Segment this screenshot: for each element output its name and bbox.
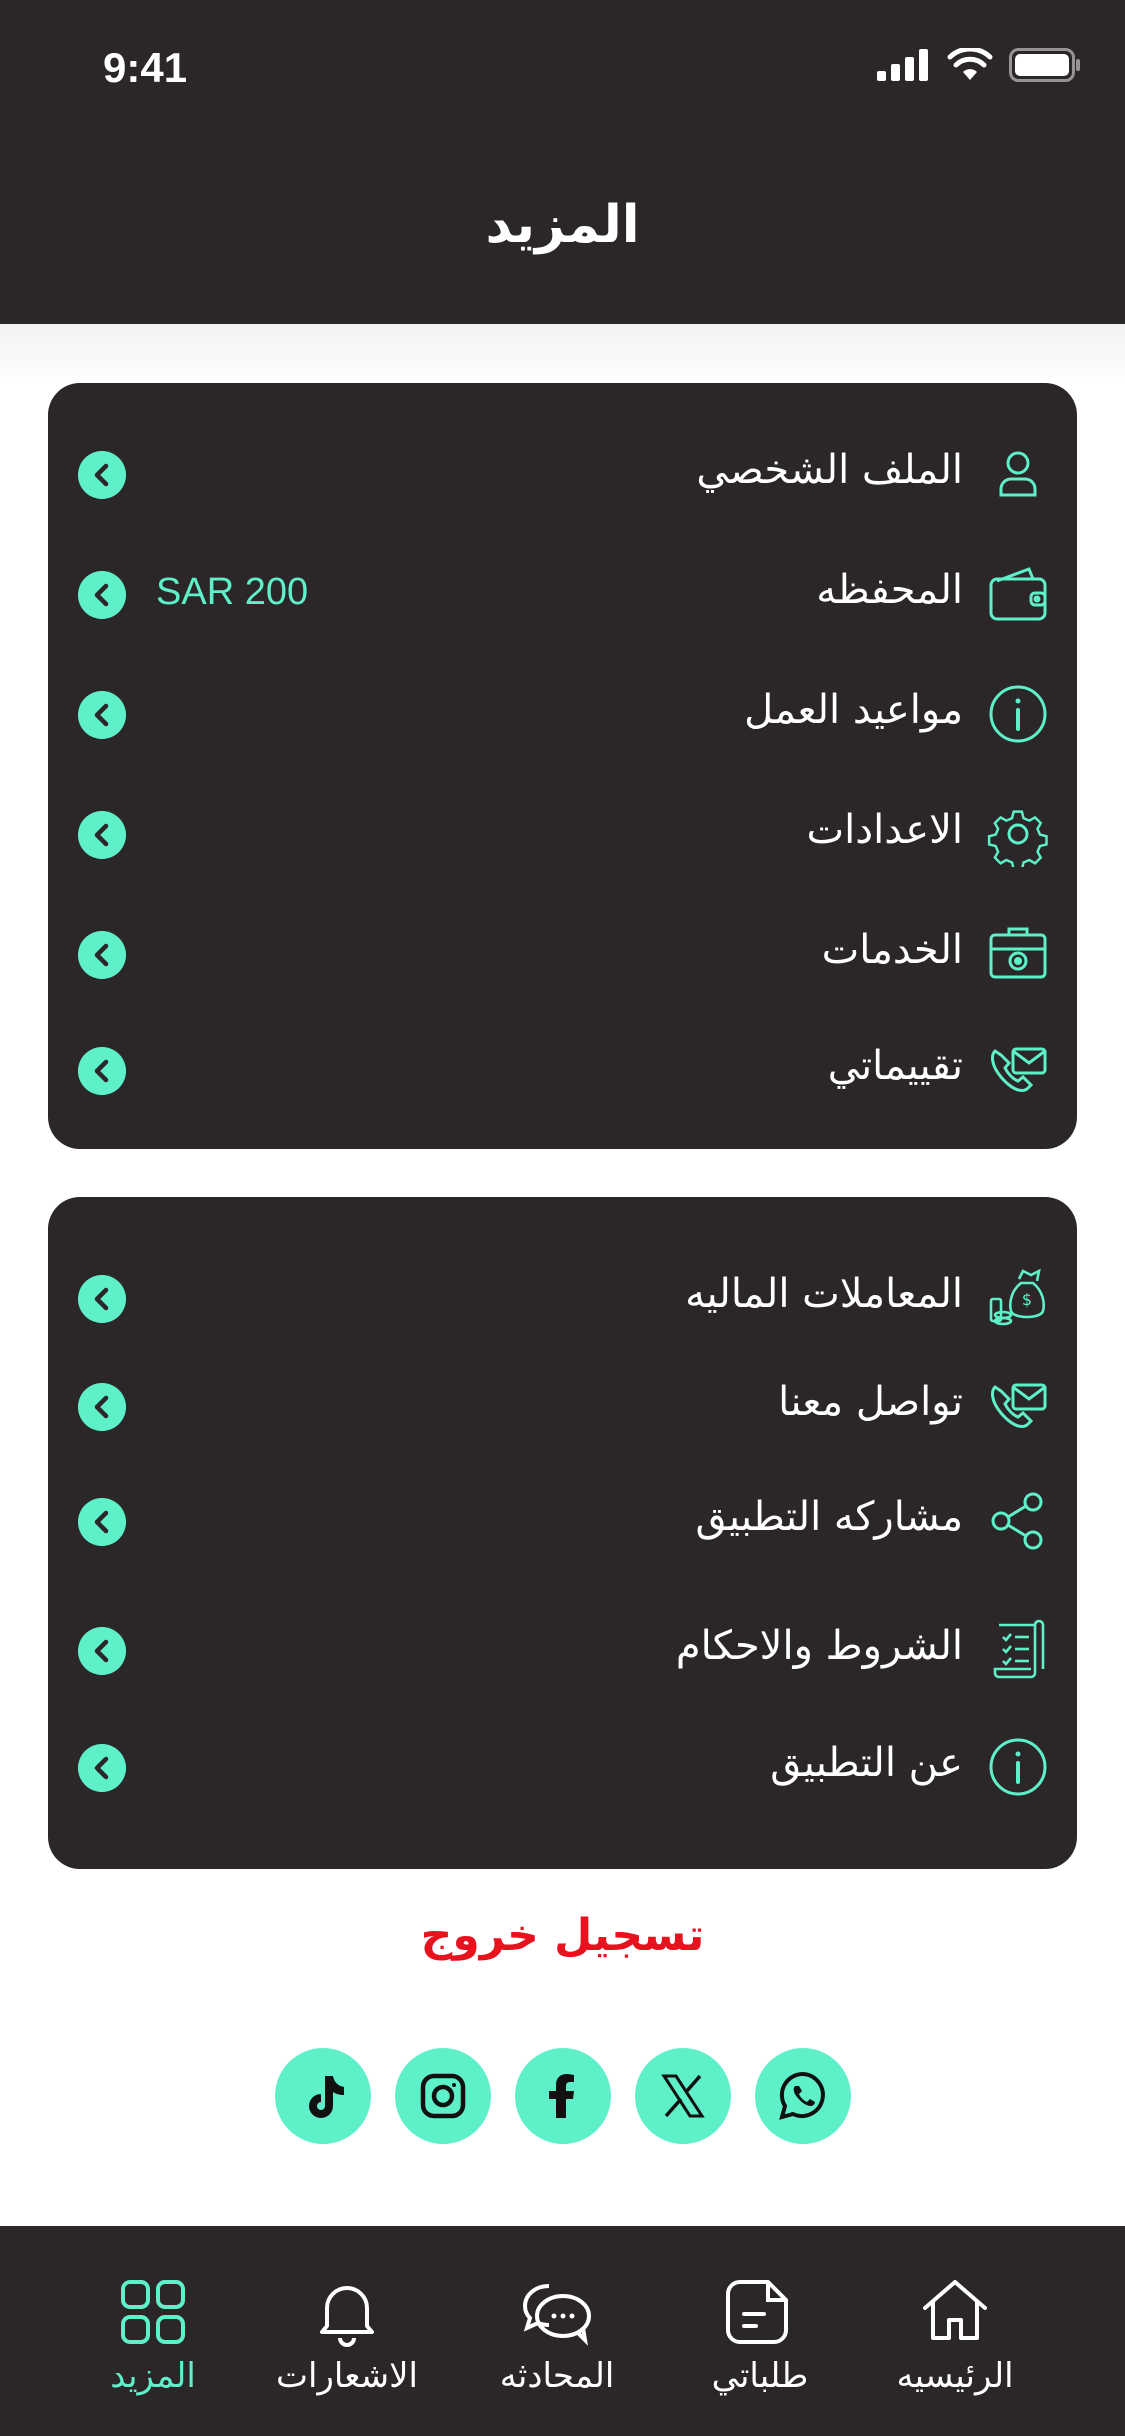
menu-item-label: تقييماتي <box>827 1043 963 1089</box>
whatsapp-link[interactable] <box>755 2048 851 2144</box>
tab-home[interactable]: الرئيسيه <box>860 2274 1050 2404</box>
instagram-link[interactable] <box>395 2048 491 2144</box>
gear-icon <box>987 810 1048 867</box>
x-icon <box>661 2074 705 2118</box>
tab-label: المحادثه <box>499 2356 615 2396</box>
wallet-balance: SAR 200 <box>156 571 309 613</box>
menu-item-label: الاعدادات <box>806 807 963 853</box>
chevron-left-icon <box>78 1627 126 1675</box>
menu-item-label: المحفظه <box>816 567 963 613</box>
tab-my-orders[interactable]: طلباتي <box>665 2274 855 2404</box>
money-bag-icon: $ <box>989 1268 1045 1326</box>
app-header: المزيد <box>0 140 1125 324</box>
chevron-left-icon <box>78 931 126 979</box>
bell-icon <box>320 2286 374 2347</box>
header-shadow <box>0 324 1125 384</box>
battery-icon <box>1009 48 1080 82</box>
bottom-tab-bar: المزيد الاشعارات المحادثه طلباتي الرئيسي… <box>0 2226 1125 2436</box>
home-icon <box>923 2280 987 2340</box>
menu-item-ratings[interactable]: تقييماتي <box>48 1025 1077 1115</box>
chevron-left-icon <box>78 1275 126 1323</box>
wallet-icon <box>989 567 1047 621</box>
tab-label: طلباتي <box>711 2356 809 2396</box>
chevron-left-icon <box>78 691 126 739</box>
menu-item-terms[interactable]: الشروط والاحكام <box>48 1605 1077 1695</box>
social-links <box>275 2048 851 2144</box>
menu-item-label: عن التطبيق <box>770 1740 963 1786</box>
info-icon <box>989 685 1047 743</box>
menu-item-settings[interactable]: الاعدادات <box>48 789 1077 879</box>
phone-mail-icon <box>991 1047 1047 1092</box>
info-icon <box>989 1738 1047 1796</box>
tab-notifications[interactable]: الاشعارات <box>252 2274 442 2404</box>
whatsapp-icon <box>779 2071 825 2120</box>
tab-label: الاشعارات <box>276 2356 418 2396</box>
tiktok-link[interactable] <box>275 2048 371 2144</box>
chevron-left-icon <box>78 811 126 859</box>
chevron-left-icon <box>78 1383 126 1431</box>
menu-item-label: مواعيد العمل <box>744 687 963 733</box>
menu-item-label: مشاركه التطبيق <box>695 1494 964 1540</box>
menu-item-label: الشروط والاحكام <box>675 1623 963 1669</box>
signal-icon <box>877 49 928 81</box>
menu-item-working-hours[interactable]: مواعيد العمل <box>48 669 1077 759</box>
share-icon <box>991 1492 1043 1550</box>
grid-icon <box>121 2280 185 2344</box>
facebook-icon <box>549 2074 574 2118</box>
wifi-icon <box>947 48 993 80</box>
menu-item-label: المعاملات الماليه <box>685 1271 963 1317</box>
tab-label: المزيد <box>110 2356 196 2396</box>
svg-text:$: $ <box>1022 1290 1032 1309</box>
toolbox-icon <box>989 927 1047 979</box>
document-icon <box>726 2280 788 2344</box>
menu-item-label: الملف الشخصي <box>696 447 963 493</box>
menu-item-contact-us[interactable]: تواصل معنا <box>48 1361 1077 1451</box>
instagram-icon <box>420 2073 466 2119</box>
phone-mail-icon <box>991 1383 1047 1428</box>
facebook-link[interactable] <box>515 2048 611 2144</box>
tab-more[interactable]: المزيد <box>58 2274 248 2404</box>
menu-item-label: تواصل معنا <box>778 1379 963 1425</box>
checklist-icon <box>993 1619 1045 1679</box>
general-menu-card: $ المعاملات الماليه تواصل معنا مشاركه ال… <box>48 1197 1077 1869</box>
menu-item-label: الخدمات <box>821 927 963 973</box>
menu-item-services[interactable]: الخدمات <box>48 909 1077 999</box>
x-link[interactable] <box>635 2048 731 2144</box>
page-title: المزيد <box>485 195 640 255</box>
tab-chat[interactable]: المحادثه <box>462 2274 652 2404</box>
user-icon <box>999 451 1037 497</box>
menu-item-share-app[interactable]: مشاركه التطبيق <box>48 1476 1077 1566</box>
logout-button[interactable]: تسجيل خروج <box>0 1910 1125 1961</box>
status-time: 9:41 <box>103 44 188 91</box>
chevron-left-icon <box>78 1744 126 1792</box>
status-icons <box>877 48 1081 82</box>
chevron-left-icon <box>78 451 126 499</box>
status-bar: 9:41 <box>0 0 1125 140</box>
tiktok-icon <box>309 2076 344 2118</box>
chat-icon <box>522 2284 591 2346</box>
tab-label: الرئيسيه <box>896 2356 1014 2396</box>
chevron-left-icon <box>78 1498 126 1546</box>
menu-item-about[interactable]: عن التطبيق <box>48 1722 1077 1812</box>
menu-item-profile[interactable]: الملف الشخصي <box>48 429 1077 519</box>
menu-item-transactions[interactable]: $ المعاملات الماليه <box>48 1253 1077 1343</box>
chevron-left-icon <box>78 571 126 619</box>
menu-item-wallet[interactable]: المحفظه SAR 200 <box>48 549 1077 639</box>
account-menu-card: الملف الشخصي المحفظه SAR 200 مواعيد العم… <box>48 383 1077 1149</box>
chevron-left-icon <box>78 1047 126 1095</box>
